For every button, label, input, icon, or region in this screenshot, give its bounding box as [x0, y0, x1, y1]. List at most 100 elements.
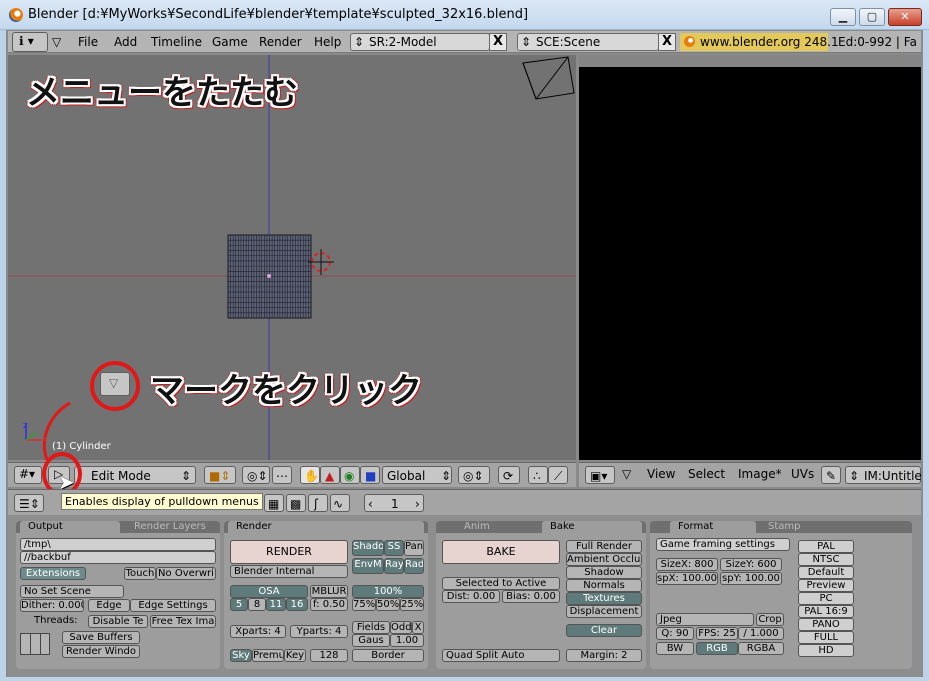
xparts-field[interactable]: Xparts: 4	[230, 625, 286, 638]
set-scene-selector[interactable]: No Set Scene	[20, 585, 124, 598]
buttons-editor-type[interactable]: ☰⇕	[14, 494, 44, 512]
osa-8-button[interactable]: 8	[248, 598, 266, 611]
vertex-select-toggle[interactable]: ∴	[528, 466, 548, 484]
osa-16-button[interactable]: 16	[286, 598, 308, 611]
preset-hd[interactable]: HD	[798, 644, 854, 657]
x-toggle[interactable]: X	[412, 621, 424, 634]
editor-type-button[interactable]: #▾	[14, 466, 42, 484]
key-toggle[interactable]: Key	[284, 649, 306, 662]
mode-selector[interactable]: Edit Mode ⇕	[74, 466, 196, 484]
close-button[interactable]: ✕	[888, 8, 922, 26]
menu-collapse-icon[interactable]: ▽	[622, 467, 631, 481]
blur-factor-field[interactable]: f: 0.50	[310, 598, 348, 611]
size-25-button[interactable]: 25%	[400, 598, 424, 611]
mblur-toggle[interactable]: MBLUR	[310, 585, 348, 598]
menu-game[interactable]: Game	[212, 35, 248, 49]
pivot-selector[interactable]: ◎⇕	[242, 466, 270, 484]
bias-field[interactable]: Bias: 0.00	[502, 590, 560, 603]
edge-settings-button[interactable]: Edge Settings	[130, 599, 216, 612]
preset-ntsc[interactable]: NTSC	[798, 553, 854, 566]
size-75-button[interactable]: 75%	[352, 598, 376, 611]
bake-button[interactable]: BAKE	[442, 540, 560, 564]
image-menu-image[interactable]: Image*	[738, 467, 782, 481]
image-browse[interactable]: ⇕ IM:Untitle	[845, 466, 922, 484]
edge-button[interactable]: Edge	[88, 599, 130, 612]
size-100-button[interactable]: 100%	[352, 585, 424, 598]
premul-toggle[interactable]: Premu	[252, 649, 284, 662]
ss-toggle[interactable]: SS	[384, 540, 404, 556]
backbuf-path-field[interactable]: //backbuf	[20, 551, 216, 564]
ambient-occlusion-button[interactable]: Ambient Occlus	[566, 553, 642, 566]
menu-help[interactable]: Help	[314, 35, 341, 49]
panel-wave[interactable]: ∿	[330, 494, 350, 512]
tab-render[interactable]: Render	[228, 521, 424, 533]
fps-base-field[interactable]: / 1.000	[738, 627, 784, 640]
output-path-field[interactable]: /tmp\	[20, 538, 216, 551]
orientation-selector[interactable]: Global ⇕	[382, 466, 452, 484]
normals-button[interactable]: Normals	[566, 579, 642, 592]
rgb-toggle[interactable]: RGB	[696, 642, 738, 655]
menu-timeline[interactable]: Timeline	[151, 35, 202, 49]
disable-tex-button[interactable]: Disable Te	[88, 615, 148, 628]
image-editor[interactable]	[579, 55, 921, 460]
save-buffers-button[interactable]: Save Buffers	[62, 631, 140, 644]
sky-toggle[interactable]: Sky	[230, 649, 252, 662]
clear-toggle[interactable]: Clear	[566, 624, 642, 637]
manipulator-hand[interactable]: ✋	[300, 466, 320, 484]
menu-add[interactable]: Add	[114, 35, 137, 49]
menu-render[interactable]: Render	[259, 35, 302, 49]
yparts-field[interactable]: Yparts: 4	[290, 625, 348, 638]
osa-5-button[interactable]: 5	[230, 598, 248, 611]
menu-file[interactable]: File	[78, 35, 98, 49]
preset-preview[interactable]: Preview	[798, 579, 854, 592]
tab-bake[interactable]: Bake	[542, 521, 642, 533]
textures-button[interactable]: Textures	[566, 592, 642, 605]
shadow-toggle[interactable]: Shado	[352, 540, 384, 556]
image-menu-uvs[interactable]: UVs	[791, 467, 814, 481]
tab-stamp[interactable]: Stamp	[760, 521, 840, 533]
pin-button[interactable]: ✎	[821, 466, 841, 484]
bit-depth-selector[interactable]: 128	[310, 649, 348, 662]
filter-selector[interactable]: Gaus	[352, 634, 390, 647]
size-50-button[interactable]: 50%	[376, 598, 400, 611]
snap-toggle[interactable]: ⟳	[498, 466, 520, 484]
file-format-selector[interactable]: Jpeg	[656, 613, 754, 626]
aspy-field[interactable]: spY: 100.00	[720, 572, 782, 585]
proportional-edit-selector[interactable]: ◎⇕	[458, 466, 490, 484]
dist-field[interactable]: Dist: 0.00	[442, 590, 500, 603]
widget-toggle[interactable]: ⋯	[272, 466, 292, 484]
sizex-field[interactable]: SizeX: 800	[656, 558, 718, 571]
ray-toggle[interactable]: Ray	[384, 558, 404, 574]
fields-toggle[interactable]: Fields	[352, 621, 390, 634]
tab-format[interactable]: Format	[670, 521, 756, 533]
render-engine-selector[interactable]: Blender Internal	[230, 565, 348, 578]
displacement-button[interactable]: Displacement	[566, 605, 642, 618]
edge-select-toggle[interactable]: ⟋	[548, 466, 568, 484]
preset-pal-169[interactable]: PAL 16:9	[798, 605, 854, 618]
image-menu-view[interactable]: View	[647, 467, 675, 481]
rgba-toggle[interactable]: RGBA	[738, 642, 784, 655]
bw-toggle[interactable]: BW	[656, 642, 694, 655]
scene-selector[interactable]: SCE:Scene ⇕	[517, 33, 659, 51]
osa-11-button[interactable]: 11	[266, 598, 286, 611]
panel-sound[interactable]: ʃ	[308, 494, 328, 512]
window-type-button[interactable]: ℹ ▾	[12, 32, 48, 52]
crop-toggle[interactable]: Crop	[756, 613, 784, 626]
image-editor-type-button[interactable]: ▣▾	[585, 466, 615, 484]
fps-field[interactable]: FPS: 25	[696, 627, 738, 640]
panel-anim[interactable]: ▩	[286, 494, 306, 512]
draw-type-selector[interactable]: ■⇕	[204, 466, 236, 484]
scene-delete-button[interactable]: X	[658, 33, 676, 51]
free-tex-button[interactable]: Free Tex Ima	[150, 615, 216, 628]
envmap-toggle[interactable]: EnvM	[352, 558, 384, 574]
touch-button[interactable]: Touch	[124, 567, 156, 580]
filter-size-field[interactable]: 1.00	[390, 634, 424, 647]
preset-pc[interactable]: PC	[798, 592, 854, 605]
screen-selector[interactable]: SR:2-Model ⇕	[350, 33, 490, 51]
normal-space-selector[interactable]: Quad Split Auto	[442, 649, 560, 662]
selected-to-active-toggle[interactable]: Selected to Active	[442, 577, 560, 590]
osa-toggle[interactable]: OSA	[230, 585, 308, 598]
manipulator-translate[interactable]: ▲	[320, 466, 340, 484]
dither-field[interactable]: Dither: 0.000	[20, 599, 84, 612]
panel-render[interactable]: ▦	[264, 494, 284, 512]
